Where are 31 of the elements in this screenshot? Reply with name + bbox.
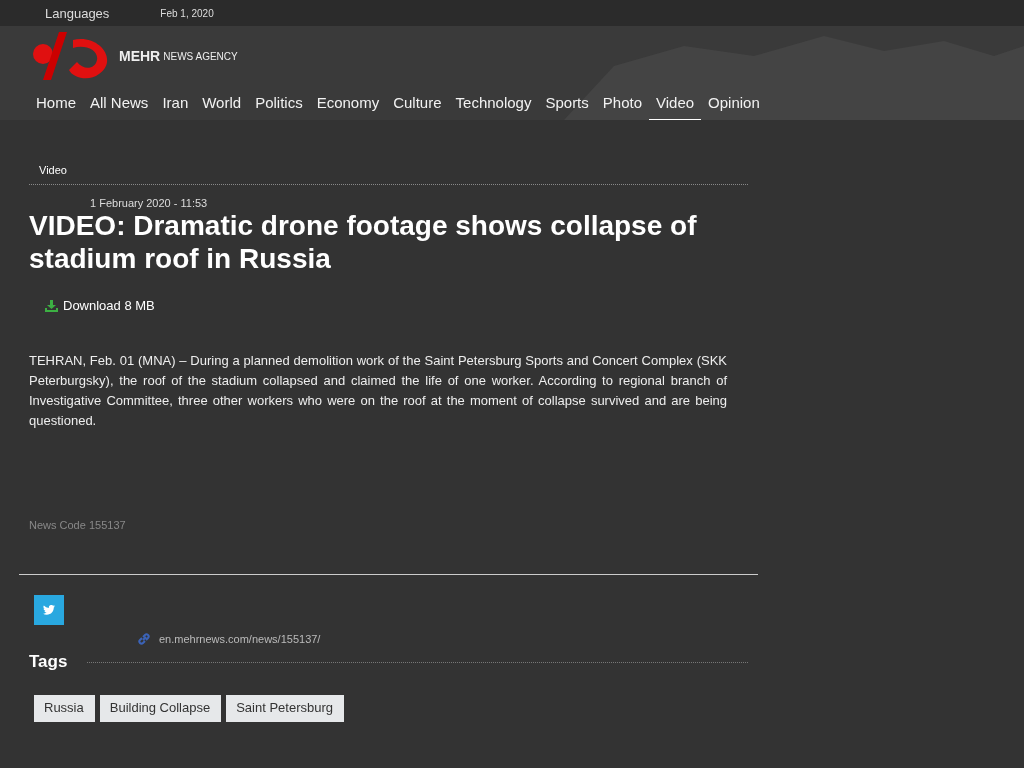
twitter-button[interactable] <box>34 595 64 625</box>
article-date: 1 February 2020 - 11:53 <box>89 197 209 209</box>
nav-tab[interactable]: Photo <box>595 90 649 120</box>
nav-tab[interactable]: Politics <box>248 90 310 120</box>
nav-tab[interactable]: Iran <box>155 90 196 120</box>
tag-chip[interactable]: Building Collapse <box>99 695 222 722</box>
article-title: VIDEO: Dramatic drone footage shows collapse of stadium roof in Russia <box>29 209 698 275</box>
short-link[interactable]: en.mehrnews.com/news/155137/ <box>159 633 321 645</box>
section-label[interactable]: Video <box>29 164 748 184</box>
news-code: News Code 155137 <box>29 519 127 531</box>
tag-chip[interactable]: Russia <box>34 695 95 722</box>
article-body: TEHRAN, Feb. 01 (MNA) – During a planned demolition work of the Saint Petersburg Sports and Concert Complex (SKK Peterburgsky), the roof of the stadium collapsed and claimed the life of one worker. According to regional branch of Investigative Committee, three other workers who were on the roof at the moment of collapse survived and are being questioned. <box>29 352 727 430</box>
nav-tab[interactable]: Home <box>29 90 83 120</box>
nav-tab[interactable]: Culture <box>386 90 449 120</box>
tag-chip[interactable]: Saint Petersburg <box>226 695 345 722</box>
link-icon <box>137 632 151 646</box>
nav-tab[interactable]: Opinion <box>701 90 767 120</box>
nav-tab[interactable]: Technology <box>448 90 539 120</box>
tags-heading: Tags <box>29 652 68 672</box>
nav-tab[interactable]: Video <box>649 90 702 120</box>
languages-link[interactable]: Languages <box>45 5 110 21</box>
download-link[interactable]: Download 8 MB <box>45 298 748 313</box>
nav-tab[interactable]: All News <box>83 90 156 120</box>
nav-tab[interactable]: Sports <box>538 90 596 120</box>
brand-name: MEHR <box>119 48 161 64</box>
download-icon <box>45 299 58 312</box>
nav-tab[interactable]: Economy <box>309 90 387 120</box>
nav-tab[interactable]: World <box>195 90 249 120</box>
bird-icon <box>43 605 55 615</box>
brand-tagline: NEWS AGENCY <box>163 50 238 62</box>
current-date: Feb 1, 2020 <box>160 7 214 19</box>
